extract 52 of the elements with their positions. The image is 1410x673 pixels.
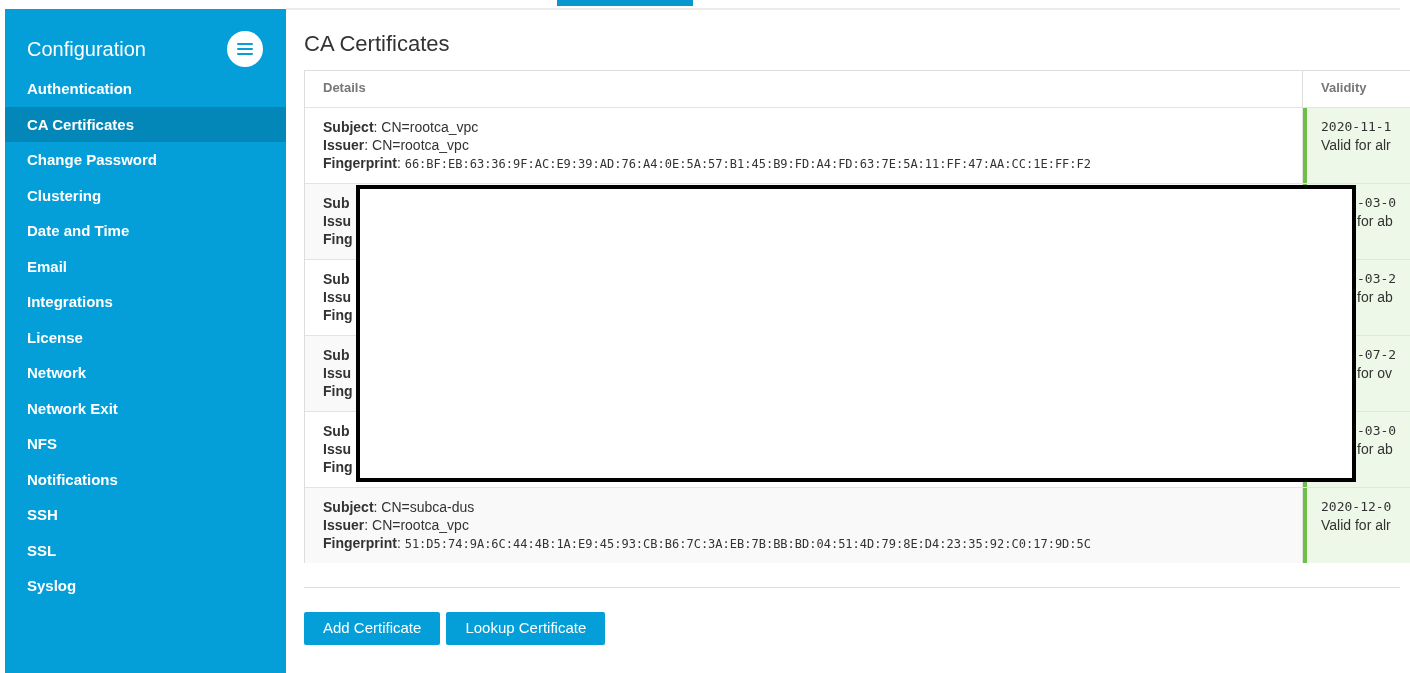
- issuer-text: Issuer: CN=rootca_vpc: [323, 516, 469, 534]
- validity-note: for ab: [1357, 440, 1394, 458]
- add-certificate-button[interactable]: Add Certificate: [304, 612, 441, 645]
- fingerprint-text: Fingerprint: 66:BF:EB:63:36:9F:AC:E9:39:AD:76:A4:0E:5A:57:B1:45:B9:FD:A4:FD:63:7E:5A:11:FF:47:AA:CC:1E:FF:F2: [323, 154, 1091, 173]
- sidebar-item[interactable]: Integrations: [5, 284, 286, 320]
- sidebar-item[interactable]: SSH: [5, 497, 286, 533]
- sidebar-item[interactable]: Date and Time: [5, 213, 286, 249]
- validity-note: Valid for alr: [1321, 516, 1392, 534]
- validity-note: for ov: [1357, 364, 1393, 382]
- validity-date: -03-2: [1357, 270, 1398, 288]
- sidebar-item[interactable]: Syslog: [5, 568, 286, 604]
- field-label: Fing: [323, 306, 353, 324]
- validity-date: 2020-11-1: [1321, 118, 1393, 136]
- lookup-certificate-button[interactable]: Lookup Certificate: [446, 612, 606, 645]
- subject-text: Subject: CN=rootca_vpc: [323, 118, 479, 136]
- field-label: Sub: [323, 270, 350, 288]
- issuer-text: Issuer: CN=rootca_vpc: [323, 136, 469, 154]
- validity-date: -03-0: [1357, 422, 1398, 440]
- validity-date: -03-0: [1357, 194, 1398, 212]
- field-label: Sub: [323, 346, 350, 364]
- validity-note: for ab: [1357, 212, 1394, 230]
- menu-button[interactable]: [227, 31, 263, 67]
- sidebar-item[interactable]: Network: [5, 355, 286, 391]
- sidebar-item[interactable]: Network Exit: [5, 390, 286, 426]
- sidebar-title: Configuration: [27, 37, 146, 62]
- sidebar-item[interactable]: Change Password: [5, 142, 286, 178]
- sidebar-item[interactable]: Notifications: [5, 461, 286, 497]
- menu-icon: [237, 42, 253, 56]
- sidebar-item[interactable]: Authentication: [5, 71, 286, 107]
- column-header: Validity: [1320, 79, 1368, 97]
- sidebar-item[interactable]: License: [5, 319, 286, 355]
- sidebar-item[interactable]: NFS: [5, 426, 286, 462]
- field-label: Issu: [323, 212, 351, 230]
- sidebar-item[interactable]: SSL: [5, 532, 286, 568]
- validity-note: for ab: [1357, 288, 1394, 306]
- field-label: Issu: [323, 440, 351, 458]
- field-label: Issu: [323, 364, 351, 382]
- field-label: Sub: [323, 422, 350, 440]
- sidebar-item[interactable]: Email: [5, 248, 286, 284]
- sidebar-item[interactable]: Clustering: [5, 177, 286, 213]
- field-label: Fing: [323, 382, 353, 400]
- validity-date: 2020-12-0: [1321, 498, 1393, 516]
- field-label: Sub: [323, 194, 350, 212]
- field-label: Fing: [323, 458, 353, 476]
- fingerprint-text: Fingerprint: 51:D5:74:9A:6C:44:4B:1A:E9:45:93:CB:B6:7C:3A:EB:7B:BB:BD:04:51:4D:79:8E:D4:23:35:92:C0:17:9D:5C: [323, 534, 1091, 553]
- validity-note: Valid for alr: [1321, 136, 1392, 154]
- field-label: Issu: [323, 288, 351, 306]
- validity-date: -07-2: [1357, 346, 1398, 364]
- page-title: CA Certificates: [304, 30, 451, 58]
- field-label: Fing: [323, 230, 353, 248]
- subject-text: Subject: CN=subca-dus: [323, 498, 475, 516]
- sidebar-item[interactable]: CA Certificates: [5, 106, 286, 142]
